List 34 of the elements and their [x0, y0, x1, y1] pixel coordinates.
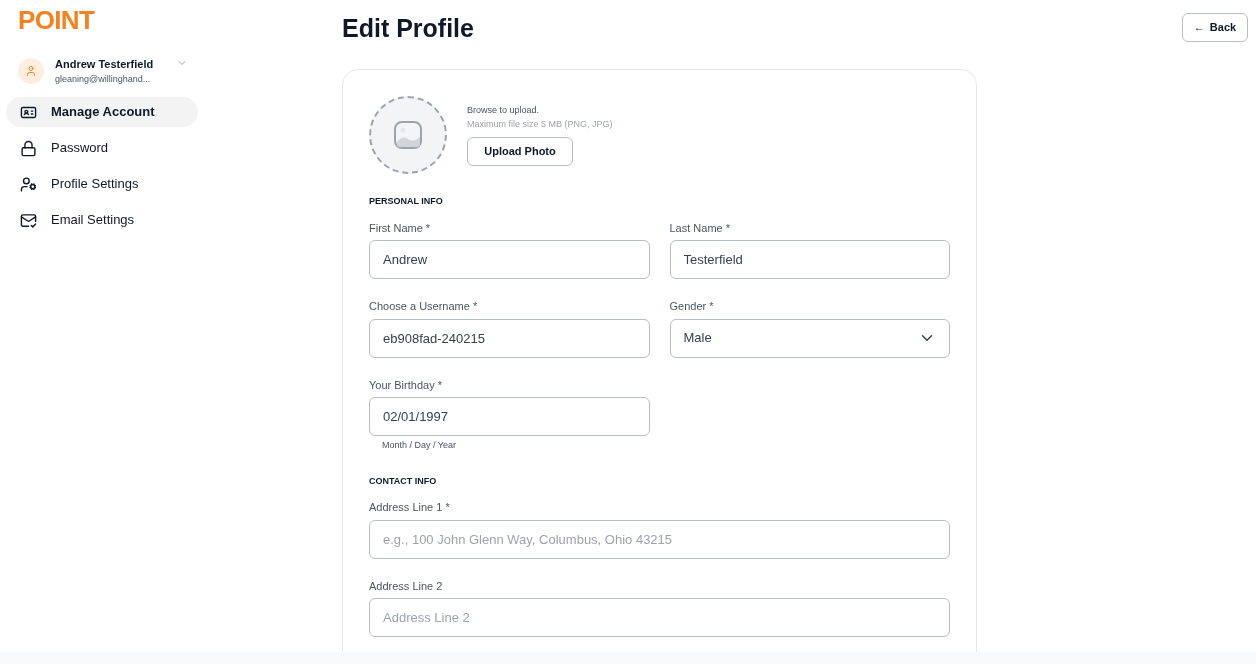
field-hint: Month / Day / Year	[382, 439, 458, 452]
input-field[interactable]: Address Line 2	[369, 598, 950, 637]
input-field[interactable]: Testerfield	[669, 240, 950, 279]
section-heading: PERSONAL INFO	[369, 195, 444, 208]
person-icon	[25, 65, 37, 77]
field-label: Address Line 2	[369, 578, 444, 594]
logo: POINT	[18, 4, 95, 36]
back-button[interactable]: ← Back	[1182, 13, 1248, 42]
section-heading: CONTACT INFO	[369, 474, 438, 488]
field-label: Address Line 1 *	[369, 500, 451, 515]
user-email: gleaning@willinghand...	[55, 72, 152, 86]
nav-item[interactable]: Password	[6, 133, 198, 163]
lock-icon	[20, 139, 37, 157]
nav-item[interactable]: Email Settings	[6, 205, 198, 235]
input-field[interactable]: 02/01/1997	[369, 397, 650, 436]
input-field[interactable]: Andrew	[369, 240, 650, 279]
user-gear-icon	[20, 175, 37, 193]
user-name: Andrew Testerfield	[55, 57, 155, 72]
field-label: First Name *	[369, 220, 432, 236]
nav-item[interactable]: Profile Settings	[6, 169, 198, 199]
image-icon	[393, 120, 423, 150]
field-label: Your Birthday *	[369, 377, 443, 393]
field-label: Gender *	[669, 299, 715, 314]
input-field[interactable]: e.g., 100 John Glenn Way, Columbus, Ohio 43215	[369, 519, 950, 559]
nav-item[interactable]: Manage Account	[6, 97, 198, 127]
upload-hint: Browse to upload.	[467, 104, 541, 117]
field-label: Last Name *	[669, 220, 732, 236]
input-field[interactable]: eb908fad-240215	[369, 318, 650, 358]
mail-check-icon	[20, 211, 37, 229]
upload-photo-button[interactable]: Upload Photo	[467, 137, 573, 166]
page-title: Edit Profile	[342, 13, 474, 44]
upload-limit: Maximum file size 5 MB (PNG, JPG)	[467, 117, 613, 131]
gender-select[interactable]: Male	[669, 318, 950, 358]
field-label: Choose a Username *	[369, 299, 479, 314]
